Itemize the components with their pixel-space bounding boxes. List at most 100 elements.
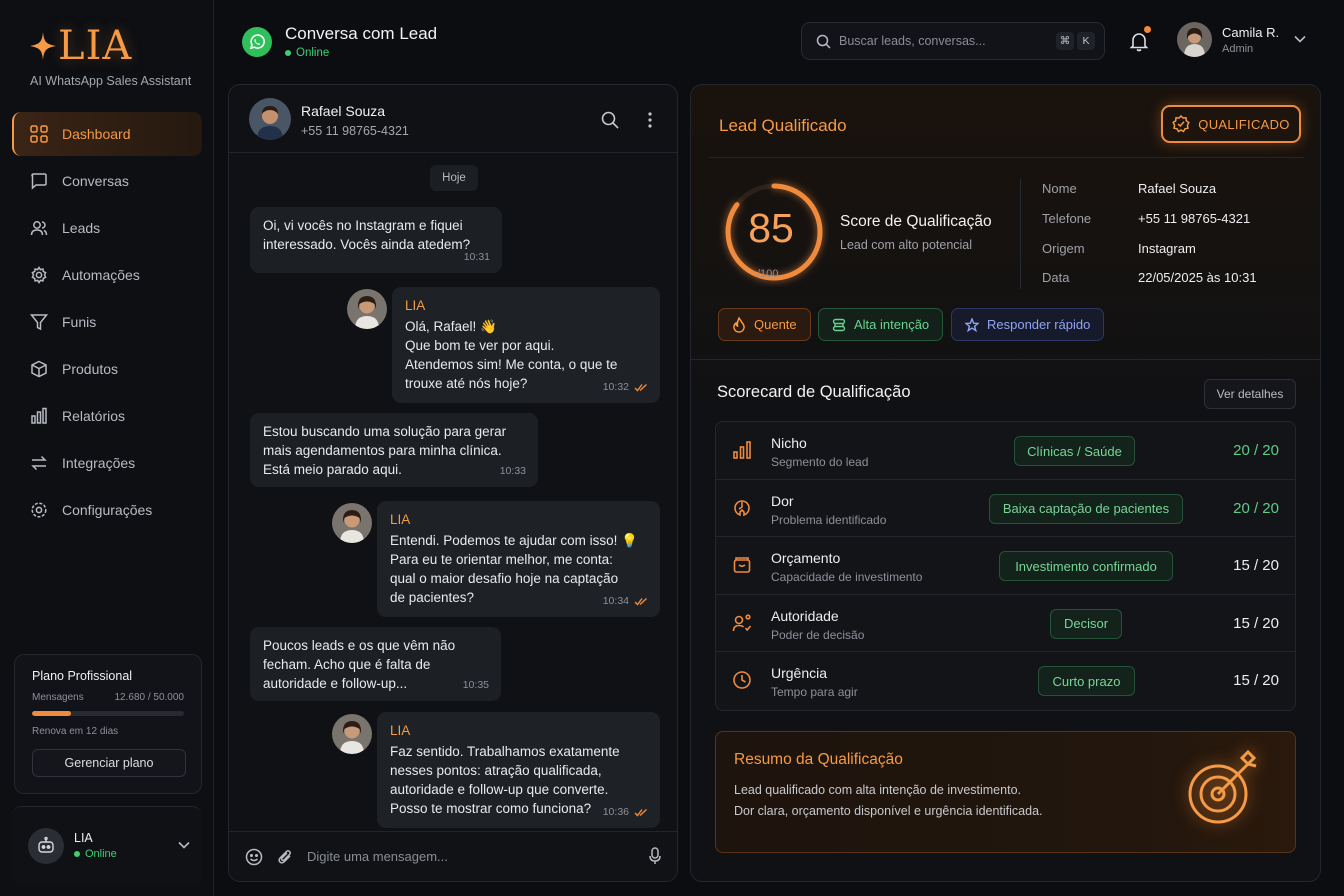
sidebar-item-label: Integrações [62,455,136,471]
message-line: Para eu te orientar melhor, me conta: [390,552,613,567]
gear-icon [31,266,47,284]
scorecard-criterion-desc: Poder de decisão [771,627,865,642]
wallet-icon [733,557,751,573]
message-line: Estou buscando uma solução para gerar [263,424,507,439]
message-time: 10:36 [603,803,648,822]
scorecard-criterion: Orçamento [771,550,841,567]
funnel-icon [30,314,48,331]
sidebar-item-automacoes[interactable]: Automações [12,253,202,297]
sidebar-item-produtos[interactable]: Produtos [12,347,202,391]
sidebar-item-funis[interactable]: Funis [12,300,202,344]
manage-plan-button[interactable]: Gerenciar plano [32,749,186,777]
message-line: Oi, vi vocês no Instagram e fiquei [263,218,463,233]
sidebar-item-leads[interactable]: Leads [12,206,202,250]
sidebar-item-label: Dashboard [62,126,131,142]
sidebar-item-integracoes[interactable]: Integrações [12,441,202,485]
message-line: autoridade e follow-up... [263,676,408,691]
summary-line: Dor clara, orçamento disponível e urgênc… [734,804,1043,818]
more-vertical-icon[interactable] [647,111,653,129]
logo: LIA [28,26,132,66]
plan-messages-value: 12.680 / 50.000 [114,692,184,703]
scorecard-row-nicho: Nicho Segmento do lead Clínicas / Saúde … [716,422,1295,480]
view-details-button[interactable]: Ver detalhes [1204,379,1296,409]
plan-usage-bar [32,711,184,716]
message-input[interactable]: Digite uma mensagem... [307,849,448,864]
scorecard-score: 15 / 20 [1233,557,1279,575]
message-line: interessado. Vocês ainda atedem? [263,237,471,252]
sidebar: LIA AI WhatsApp Sales Assistant Dashboar… [0,0,214,896]
sidebar-item-label: Relatórios [62,408,126,424]
info-key: Nome [1042,181,1077,196]
info-value: Instagram [1138,241,1196,256]
info-value: 22/05/2025 às 10:31 [1138,270,1257,285]
microphone-icon[interactable] [649,847,661,865]
sidebar-item-configuracoes[interactable]: Configurações [12,488,202,532]
bar-chart-icon [733,441,751,459]
coins-icon [832,318,846,331]
user-name: Camila R. [1222,24,1280,40]
score-value: 85 [748,205,794,251]
tag-quente[interactable]: Quente [718,308,811,341]
message-time: 10:32 [603,378,648,397]
online-dot [74,851,80,857]
message-time: 10:35 [462,679,489,691]
arrows-swap-icon [31,455,47,471]
lead-panel: Lead Qualificado QUALIFICADO 85 /100 Sco… [690,84,1321,882]
search-icon[interactable] [601,111,619,129]
settings-icon [31,502,47,518]
clock-icon [733,671,751,690]
tag-responder-rapido[interactable]: Responder rápido [951,308,1105,341]
emoji-icon[interactable] [245,848,263,866]
scorecard-criterion: Dor [771,492,794,509]
sidebar-item-conversas[interactable]: Conversas [12,159,202,203]
paperclip-icon[interactable] [277,848,293,866]
search-box[interactable]: Buscar leads, conversas... ⌘ K [801,22,1105,60]
message-line: Faz sentido. Trabalhamos exatamente [390,744,620,759]
contact-avatar [249,98,291,140]
chevron-down-icon[interactable] [178,841,190,849]
lia-avatar [347,289,387,329]
message-line: Atendemos sim! Me conta, o que te [405,357,618,372]
scorecard-chip: Baixa captação de pacientes [989,493,1183,524]
scorecard-score: 15 / 20 [1233,672,1279,690]
message-outgoing: LIA Entendi. Podemos te ajudar com isso!… [377,501,660,617]
star-sparkle-icon [965,317,979,332]
logo-tagline: AI WhatsApp Sales Assistant [30,74,192,88]
tag-label: Responder rápido [987,317,1091,332]
search-input[interactable]: Buscar leads, conversas... [839,34,986,48]
scorecard-criterion: Autoridade [771,607,839,624]
plan-renew: Renova em 12 dias [32,726,119,737]
double-check-icon [634,597,647,606]
scorecard-chip: Clínicas / Saúde [1014,436,1135,466]
bell-icon[interactable] [1128,30,1150,52]
message-outgoing: LIA Faz sentido. Trabalhamos exatamente … [377,712,660,828]
verified-badge-icon [1172,115,1191,133]
qualification-summary: Resumo da Qualificação Lead qualificado … [715,731,1296,853]
scorecard-row-dor: Dor Problema identificado Baixa captação… [716,480,1295,538]
user-role: Admin [1222,42,1254,55]
scorecard-criterion-desc: Tempo para agir [771,685,858,700]
sidebar-item-label: Automações [62,267,140,283]
sidebar-item-label: Produtos [62,361,119,377]
qualified-badge[interactable]: QUALIFICADO [1161,105,1301,143]
scorecard-chip: Investimento confirmado [999,551,1173,582]
chat-panel: Rafael Souza +55 11 98765-4321 Hoje Oi, … [228,84,678,882]
online-dot [285,50,291,56]
scorecard-row-urgencia: Urgência Tempo para agir Curto prazo 15 … [716,652,1295,710]
chevron-down-icon[interactable] [1294,35,1306,43]
message-time: 10:31 [463,251,490,263]
message-line: qual o maior desafio hoje na captação [390,571,619,586]
plan-card: Plano Profissional Mensagens 12.680 / 50… [14,654,202,794]
user-menu[interactable]: Camila R. Admin [1177,22,1279,57]
tag-label: Alta intenção [854,317,930,332]
notification-dot [1144,26,1151,33]
sidebar-item-label: Funis [62,314,97,330]
lia-avatar [332,714,372,754]
bar-chart-icon [31,407,47,424]
bot-profile[interactable]: LIA Online [12,806,202,884]
sidebar-item-relatorios[interactable]: Relatórios [12,394,202,438]
users-icon [30,221,48,236]
scorecard-title: Scorecard de Qualificação [717,383,911,401]
tag-alta-intencao[interactable]: Alta intenção [818,308,944,341]
sidebar-item-dashboard[interactable]: Dashboard [12,112,202,156]
